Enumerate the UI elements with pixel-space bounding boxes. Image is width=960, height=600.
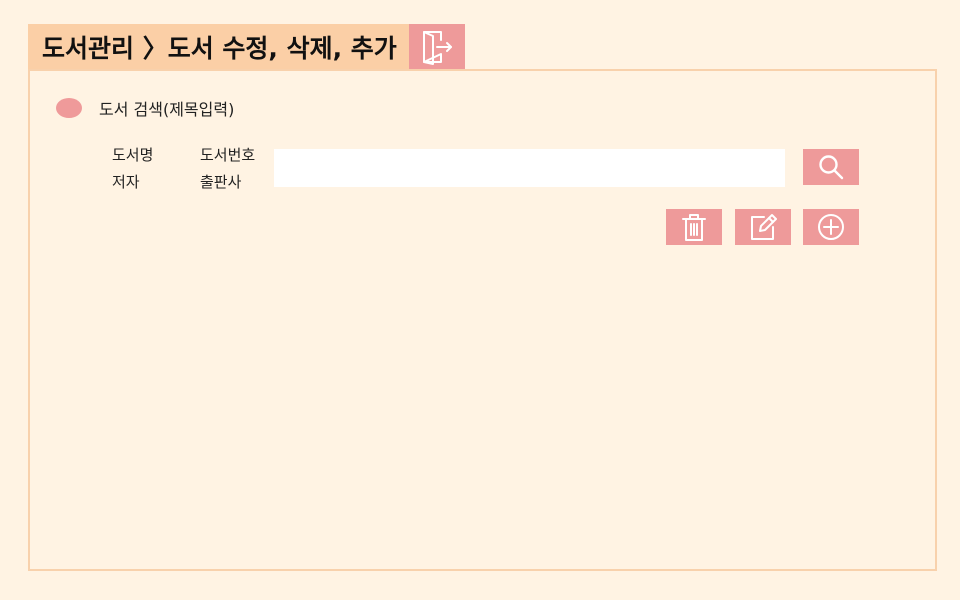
field-option-author[interactable]: 저자 [112,171,140,192]
book-management-panel: 도서 검색(제목입력) 도서명 도서번호 저자 출판사 [28,69,937,571]
edit-button[interactable] [735,209,791,245]
search-section-label: 도서 검색(제목입력) [99,100,235,119]
title-bar: 도서관리 〉도서 수정, 삭제, 추가 [28,24,465,70]
field-option-publisher[interactable]: 출판사 [200,171,241,192]
add-button[interactable] [803,209,859,245]
field-option-title[interactable]: 도서명 [112,144,153,165]
search-section-heading: 도서 검색(제목입력) [56,96,234,120]
edit-icon [748,212,778,242]
add-circle-icon [816,212,846,242]
bullet-dot [56,98,82,118]
search-button[interactable] [803,149,859,185]
field-option-book-number[interactable]: 도서번호 [200,144,255,165]
search-icon [817,153,845,181]
search-input[interactable] [274,149,785,187]
trash-icon [680,212,708,242]
delete-button[interactable] [666,209,722,245]
page-title: 도서관리 〉도서 수정, 삭제, 추가 [28,24,409,70]
exit-door-icon [420,29,454,65]
exit-button[interactable] [408,24,465,70]
